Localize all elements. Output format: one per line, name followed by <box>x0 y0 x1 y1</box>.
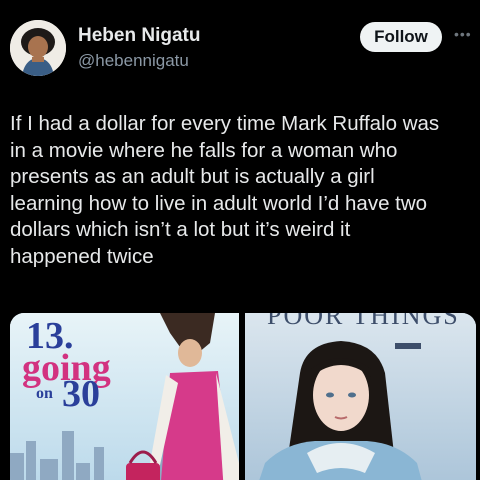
tweet-media[interactable]: 13. going on 30 POOR THINGS <box>10 313 476 480</box>
avatar-image <box>10 20 66 76</box>
poster-poor-things[interactable]: POOR THINGS <box>245 313 476 480</box>
poster-13-going-on-30[interactable]: 13. going on 30 <box>10 313 239 480</box>
tweet-header: Heben Nigatu @hebennigatu Follow ••• <box>0 0 480 90</box>
author-name[interactable]: Heben Nigatu <box>78 25 200 47</box>
follow-button[interactable]: Follow <box>360 22 442 52</box>
poster-left-title-on: on <box>36 385 53 402</box>
poster-right-title: POOR THINGS <box>267 313 460 330</box>
tweet-text: If I had a dollar for every time Mark Ru… <box>10 112 440 268</box>
more-dots-icon[interactable]: ••• <box>454 26 472 42</box>
poster-left-title-30: 30 <box>62 373 100 415</box>
author-handle[interactable]: @hebennigatu <box>78 51 189 71</box>
avatar[interactable] <box>10 20 66 76</box>
poster-poor-things-art <box>245 313 476 480</box>
